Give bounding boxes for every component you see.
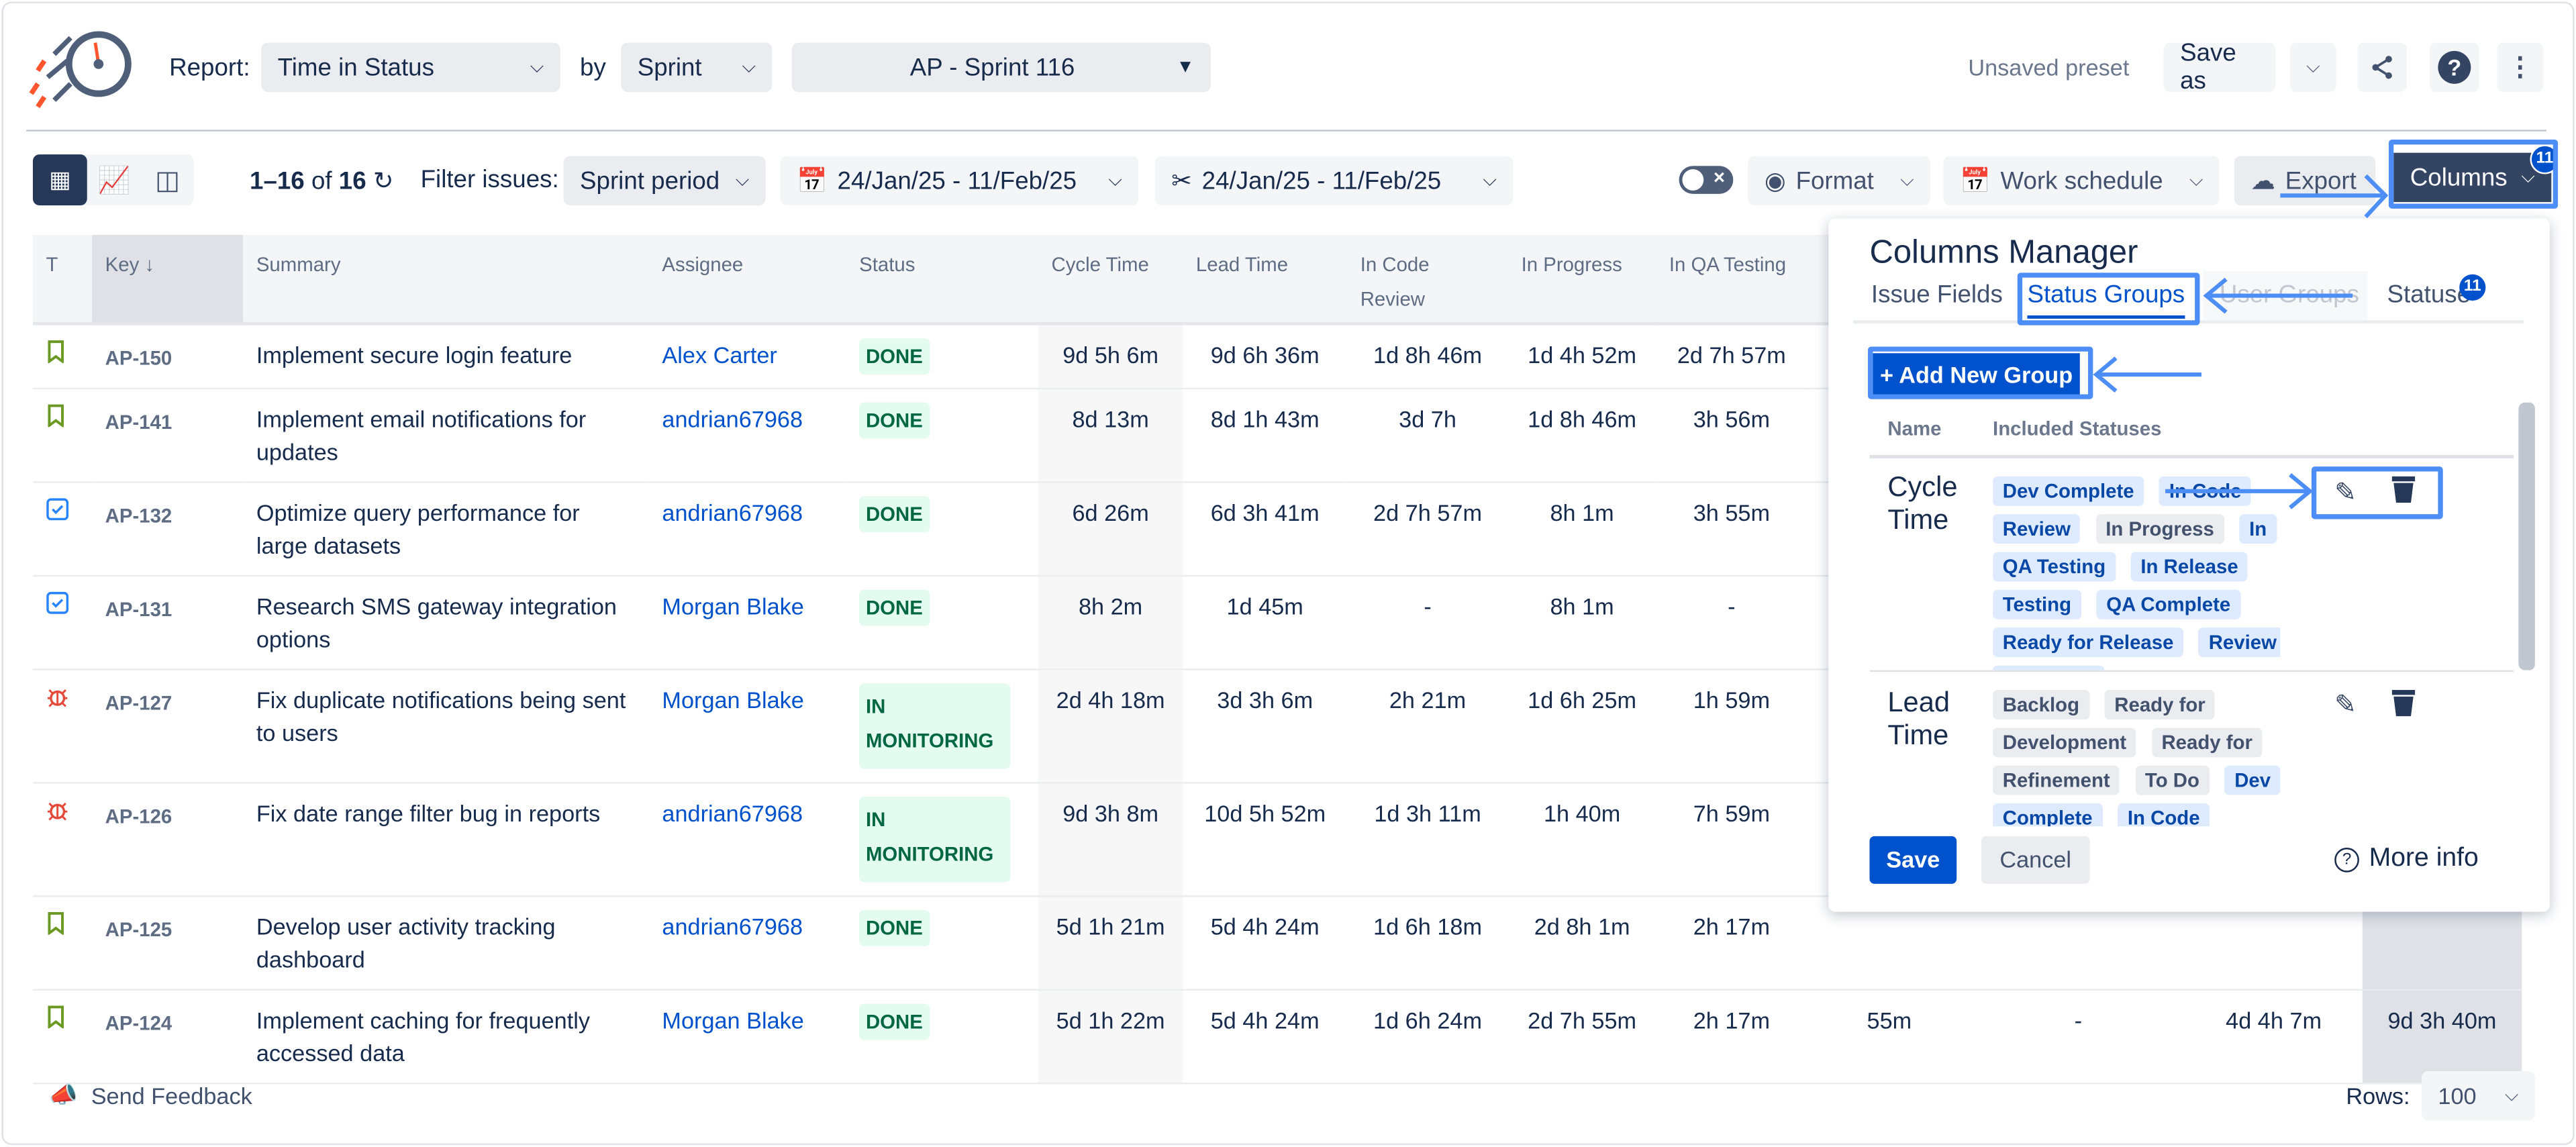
arrow-to-add-group bbox=[2093, 356, 2201, 393]
app: Report: Time in Status ⌵ by Sprint ⌵ AP - … bbox=[0, 0, 2576, 1147]
send-feedback-link[interactable]: 📣 Send Feedback bbox=[49, 1081, 252, 1109]
megaphone-icon: 📣 bbox=[49, 1081, 79, 1107]
chevron-down-icon: ⌵ bbox=[2504, 1085, 2519, 1105]
arrow-to-columns bbox=[2280, 174, 2389, 219]
arrow-to-edit-delete bbox=[2165, 473, 2314, 509]
rows-per-page-select[interactable]: 100 ⌵ bbox=[2421, 1070, 2535, 1121]
feedback-label: Send Feedback bbox=[91, 1081, 252, 1108]
arrow-to-status-groups bbox=[2203, 277, 2353, 314]
annotation-arrows bbox=[2093, 174, 2389, 509]
rows-value: 100 bbox=[2438, 1083, 2477, 1109]
rows-label: Rows: bbox=[2346, 1083, 2410, 1109]
